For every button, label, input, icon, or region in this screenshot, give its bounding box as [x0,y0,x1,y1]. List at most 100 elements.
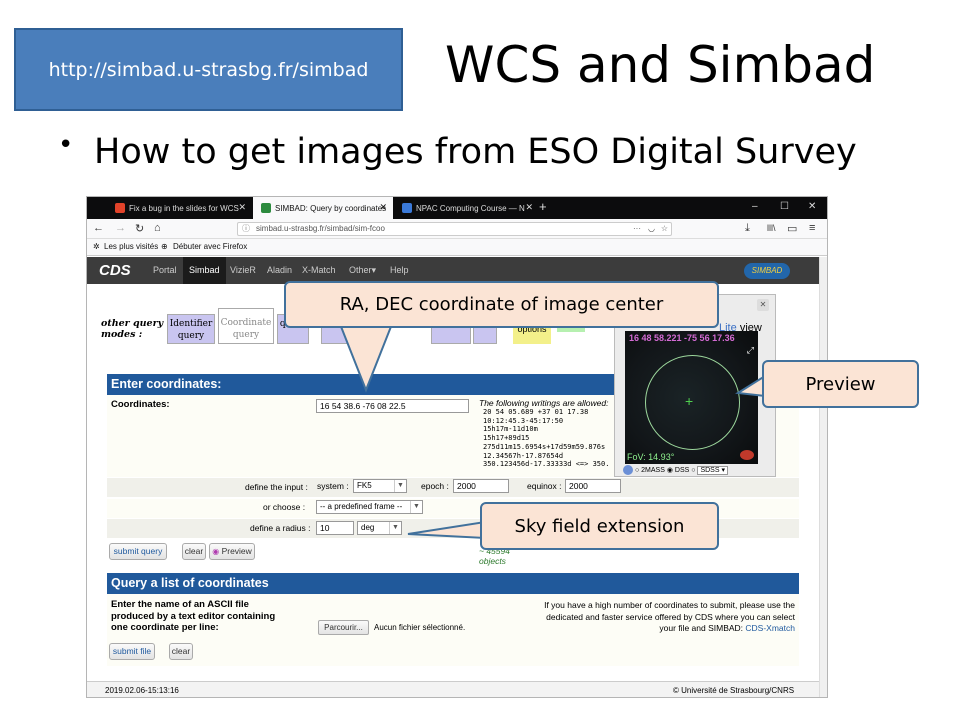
tab-simbad[interactable]: SIMBAD: Query by coordinates ✕ [253,197,393,219]
firefox-icon: ⊕ [161,242,168,251]
preview-callout: Preview [762,360,919,408]
submit-query-button[interactable]: submit query [109,543,167,560]
library-icon[interactable]: lll\ [767,223,776,233]
gitlab-icon [115,203,125,213]
scrollbar[interactable] [819,257,827,697]
writings-examples: 20 54 05.689 +37 01 17.38 10:12:45.3-45:… [483,408,610,469]
close-icon[interactable]: ✕ [379,202,387,213]
nav-xmatch[interactable]: X-Match [302,265,336,275]
frame-select[interactable]: -- a predefined frame -- ▼ [316,500,423,514]
system-select[interactable]: FK5 ▼ [353,479,407,493]
cds-logo[interactable]: CDS [99,262,131,279]
writings-title: The following writings are allowed: [479,398,609,408]
aladin-coordinates: 16 48 58.221 -75 56 17.36 [629,333,735,343]
minimize-button[interactable]: – [752,201,758,212]
browser-window: Fix a bug in the slides for WCS ✕ SIMBAD… [86,196,828,698]
forward-icon[interactable]: → [115,222,126,234]
fullscreen-icon[interactable]: ⤢ [747,345,754,356]
more-icon[interactable]: ··· [633,223,641,235]
identifier-query-button[interactable]: Identifier query [167,314,215,344]
nav-vizier[interactable]: VizieR [230,265,256,275]
close-icon[interactable]: ✕ [525,202,533,213]
aladin-eye-icon: ◉ [212,547,220,556]
info-icon: ⓘ [242,224,250,233]
new-tab-button[interactable]: + [539,199,547,214]
clear-button[interactable]: clear [182,543,206,560]
bookmarks-bar: ✲ Les plus visités ⊕ Débuter avec Firefo… [87,239,827,256]
nav-simbad[interactable]: Simbad [183,257,226,284]
target-crosshair-icon: + [685,393,694,409]
bookmark-most-visited[interactable]: Les plus visités [104,242,158,251]
tab-gitlab[interactable]: Fix a bug in the slides for WCS ✕ [107,197,252,219]
define-radius-label: define a radius : [250,523,311,533]
nav-portal[interactable]: Portal [153,265,177,275]
page-content: other query modes : Identifier query Coor… [87,284,819,697]
url-text: simbad.u-strasbg.fr/simbad/sim-fcoo [256,224,385,233]
bookmark-star-icon[interactable]: ☆ [661,223,668,235]
nav-bar: ← → ↻ ⌂ ⓘ simbad.u-strasbg.fr/simbad/sim… [87,219,827,239]
chevron-down-icon: ▼ [389,522,401,534]
home-icon[interactable]: ⌂ [154,222,161,234]
modes-label: other query modes : [101,318,164,340]
gear-icon: ✲ [93,242,100,251]
close-icon[interactable]: ✕ [238,202,246,213]
tab-label: SIMBAD: Query by coordinates [275,203,387,213]
no-file-label: Aucun fichier sélectionné. [374,623,466,632]
tab-label: Fix a bug in the slides for WCS [129,203,239,213]
nav-aladin[interactable]: Aladin [267,265,292,275]
preview-button[interactable]: ◉ Preview [209,543,255,560]
sky-extension-callout: Sky field extension [480,502,719,550]
clear-file-button[interactable]: clear [169,643,193,660]
sidebar-icon[interactable]: ▭ [787,222,797,235]
bullet-text: How to get images from ESO Digital Surve… [94,132,857,172]
maximize-button[interactable]: ☐ [780,201,789,212]
tab-label: NPAC Computing Course — N [416,203,525,213]
layers-icon[interactable] [623,465,633,475]
aladin-logo-icon [740,450,754,460]
chevron-down-icon: ▼ [394,480,406,492]
npac-icon [402,203,412,213]
download-icon[interactable]: ⤓ [745,222,750,235]
survey-sdss-select[interactable]: SDSS ▾ [697,465,728,475]
cds-navbar: CDS Portal Simbad VizieR Aladin X-Match … [87,257,819,284]
close-icon[interactable]: ✕ [757,299,769,311]
nav-help[interactable]: Help [390,265,409,275]
coordinates-label: Coordinates: [111,399,170,410]
define-input-label: define the input : [245,482,308,492]
pocket-icon[interactable]: ◡ [648,223,655,235]
survey-2mass-radio[interactable]: ○ [635,467,639,474]
survey-selector: ○ 2MASS ◉ DSS ○ SDSS ▾ [623,465,728,475]
slide-title: WCS and Simbad [445,36,876,94]
preview-label: Preview [221,546,252,556]
survey-sdss-radio[interactable]: ○ [691,467,695,474]
tab-bar: Fix a bug in the slides for WCS ✕ SIMBAD… [87,197,827,219]
cds-xmatch-link[interactable]: CDS-Xmatch [745,623,795,633]
url-input[interactable]: ⓘ simbad.u-strasbg.fr/simbad/sim-fcoo ··… [237,222,672,236]
url-box: http://simbad.u-strasbg.fr/simbad [14,28,403,111]
equinox-label: equinox : [527,481,562,491]
aladin-fov: FoV: 14.93° [627,452,675,462]
submit-file-button[interactable]: submit file [109,643,155,660]
bookmark-getting-started[interactable]: Débuter avec Firefox [173,242,247,251]
tab-npac[interactable]: NPAC Computing Course — N ✕ [394,197,539,219]
radius-unit-select[interactable]: deg ▼ [357,521,402,535]
menu-icon[interactable]: ≡ [809,222,815,234]
epoch-input[interactable]: 2000 [453,479,509,493]
coordinates-input[interactable]: 16 54 38.6 -76 08 22.5 [316,399,469,413]
browse-button[interactable]: Parcourir... [318,620,369,635]
coordinate-query-tab[interactable]: Coordinate query [218,308,274,344]
simbad-logo[interactable]: SIMBAD [744,263,790,279]
reload-icon[interactable]: ↻ [135,222,144,235]
window-close-button[interactable]: ✕ [808,201,816,212]
epoch-label: epoch : [421,481,449,491]
back-icon[interactable]: ← [93,222,104,234]
sky-preview-image[interactable]: 16 48 58.221 -75 56 17.36 ⤢ + FoV: 14.93… [625,331,758,464]
equinox-input[interactable]: 2000 [565,479,621,493]
survey-dss-radio[interactable]: ◉ [667,467,673,474]
nav-other[interactable]: Other▾ [349,265,376,276]
xmatch-info: If you have a high number of coordinates… [544,600,795,633]
simbad-tab-icon [261,203,271,213]
query-list-description: Enter the name of an ASCII file produced… [111,599,276,633]
radius-input[interactable]: 10 [316,521,354,535]
or-choose-label: or choose : [263,502,306,512]
